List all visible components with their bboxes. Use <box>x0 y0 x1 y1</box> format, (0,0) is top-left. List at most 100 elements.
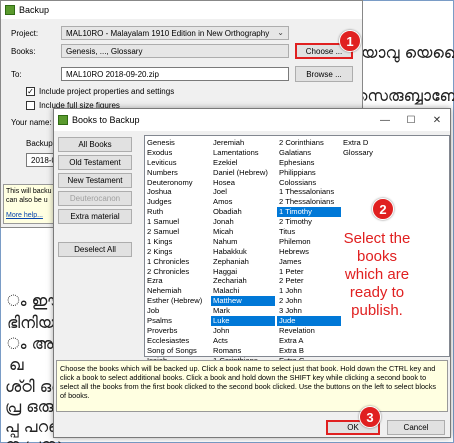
book-item[interactable]: Judges <box>145 197 209 207</box>
book-item[interactable]: Joshua <box>145 187 209 197</box>
books-dialog-title: Books to Backup <box>72 115 140 125</box>
instruction-text: Select the books which are ready to publish. <box>323 230 431 320</box>
project-select[interactable]: MAL10RO - Malayalam 1910 Edition in New … <box>61 26 289 40</box>
book-item[interactable]: 1 Kings <box>145 237 209 247</box>
book-item[interactable]: Amos <box>211 197 275 207</box>
books-column: Genesis Exodus Leviticus Numbers Deuteronomy… <box>145 138 209 365</box>
book-item[interactable]: 2 Timothy <box>277 217 341 227</box>
books-field-value: Genesis, ..., Glossary <box>66 47 143 56</box>
book-item[interactable]: Genesis <box>145 138 209 148</box>
book-item[interactable]: Leviticus <box>145 158 209 168</box>
book-item[interactable]: Lamentations <box>211 148 275 158</box>
book-item[interactable]: 1 Samuel <box>145 217 209 227</box>
book-item[interactable]: Nahum <box>211 237 275 247</box>
book-item[interactable]: Matthew <box>211 296 275 307</box>
include-figures-checkbox[interactable] <box>26 101 35 110</box>
book-item[interactable]: Acts <box>211 336 275 346</box>
instruction-line: books <box>356 248 398 265</box>
new-testament-button[interactable]: New Testament <box>58 173 132 188</box>
book-item[interactable]: Extra D <box>341 138 405 148</box>
to-label: To: <box>11 70 22 79</box>
step-2-marker: 2 <box>372 198 394 220</box>
more-help-link[interactable]: More help... <box>6 211 60 220</box>
book-item[interactable]: Song of Songs <box>145 346 209 356</box>
book-item[interactable]: Extra A <box>277 336 341 346</box>
book-item[interactable]: 2 Thessalonians <box>277 197 341 207</box>
document-text-line: പ്ര ഒരു <box>5 397 54 416</box>
book-item[interactable]: Zechariah <box>211 276 275 286</box>
book-item[interactable]: Philippians <box>277 168 341 178</box>
book-item[interactable]: Colossians <box>277 178 341 188</box>
deselect-all-button[interactable]: Deselect All <box>58 242 132 257</box>
cancel-button[interactable]: Cancel <box>387 420 445 435</box>
instruction-line: publish. <box>351 302 403 319</box>
book-item[interactable]: Zephaniah <box>211 257 275 267</box>
book-item[interactable]: 2 Corinthians <box>277 138 341 148</box>
book-item[interactable]: Job <box>145 306 209 316</box>
book-item[interactable]: Exodus <box>145 148 209 158</box>
book-item[interactable]: Luke <box>211 316 275 326</box>
book-item[interactable]: Romans <box>211 346 275 356</box>
book-item[interactable]: Haggai <box>211 267 275 277</box>
document-text-line: സെരുബ്ബാബേ <box>356 86 454 105</box>
book-item[interactable]: Ezra <box>145 276 209 286</box>
book-item[interactable]: 1 Chronicles <box>145 257 209 267</box>
book-item[interactable]: Revelation <box>277 326 341 336</box>
date-field[interactable]: 2018-0 <box>26 153 56 167</box>
browse-button[interactable]: Browse ... <box>295 66 353 82</box>
old-testament-button[interactable]: Old Testament <box>58 155 132 170</box>
book-item[interactable]: Numbers <box>145 168 209 178</box>
step-1-marker: 1 <box>339 30 361 52</box>
include-project-option[interactable]: ✓ Include project properties and setting… <box>26 87 174 96</box>
book-item[interactable]: 2 Kings <box>145 247 209 257</box>
maximize-icon[interactable]: ☐ <box>398 111 424 129</box>
book-item[interactable]: Mark <box>211 306 275 316</box>
book-item[interactable]: 1 Timothy <box>277 207 341 218</box>
info-text-2: can also be u <box>6 197 48 204</box>
info-text: This will backu <box>6 188 52 195</box>
book-item[interactable]: Habakkuk <box>211 247 275 257</box>
book-item[interactable]: Ruth <box>145 207 209 217</box>
book-item[interactable]: Psalms <box>145 316 209 326</box>
book-item[interactable]: Hosea <box>211 178 275 188</box>
backup-app-icon <box>5 5 15 15</box>
backup-title-bar: Backup <box>1 1 362 19</box>
extra-material-button[interactable]: Extra material <box>58 209 132 224</box>
document-text-line: യാവു യെഖെ <box>361 43 454 62</box>
all-books-button[interactable]: All Books <box>58 137 132 152</box>
book-item[interactable]: John <box>211 326 275 336</box>
book-item[interactable]: Glossary <box>341 148 405 158</box>
close-icon[interactable]: ✕ <box>424 111 450 129</box>
book-item[interactable]: Micah <box>211 227 275 237</box>
books-column: Jeremiah Lamentations Ezekiel Daniel (Hebre… <box>211 138 275 365</box>
book-item[interactable]: Obadiah <box>211 207 275 217</box>
book-item[interactable]: 2 Samuel <box>145 227 209 237</box>
book-item[interactable]: Galatians <box>277 148 341 158</box>
chevron-down-icon: ⌄ <box>277 28 284 37</box>
deuterocanon-button: Deuterocanon <box>58 191 132 206</box>
book-item[interactable]: Malachi <box>211 286 275 296</box>
step-3-marker: 3 <box>359 406 381 428</box>
book-item[interactable]: Nehemiah <box>145 286 209 296</box>
books-column: Extra D Glossary <box>341 138 405 158</box>
book-item[interactable]: Jeremiah <box>211 138 275 148</box>
book-item[interactable]: 2 Chronicles <box>145 267 209 277</box>
your-name-label: Your name: <box>11 118 52 127</box>
books-help-box: Choose the books which will be backed up… <box>56 360 448 412</box>
book-item[interactable]: Proverbs <box>145 326 209 336</box>
book-item[interactable]: Ezekiel <box>211 158 275 168</box>
book-item[interactable]: Ecclesiastes <box>145 336 209 346</box>
include-project-checkbox[interactable]: ✓ <box>26 87 35 96</box>
book-item[interactable]: Extra B <box>277 346 341 356</box>
book-item[interactable]: Ephesians <box>277 158 341 168</box>
book-item[interactable]: 1 Thessalonians <box>277 187 341 197</box>
to-field[interactable]: MAL10RO 2018-09-20.zip <box>61 67 289 81</box>
minimize-icon[interactable]: — <box>372 111 398 129</box>
book-item[interactable]: Deuteronomy <box>145 178 209 188</box>
book-item[interactable]: Esther (Hebrew) <box>145 296 209 306</box>
instruction-line: which are <box>344 266 410 283</box>
book-item[interactable]: Jonah <box>211 217 275 227</box>
instruction-line: Select the <box>343 230 411 247</box>
book-item[interactable]: Daniel (Hebrew) <box>211 168 275 178</box>
book-item[interactable]: Joel <box>211 187 275 197</box>
